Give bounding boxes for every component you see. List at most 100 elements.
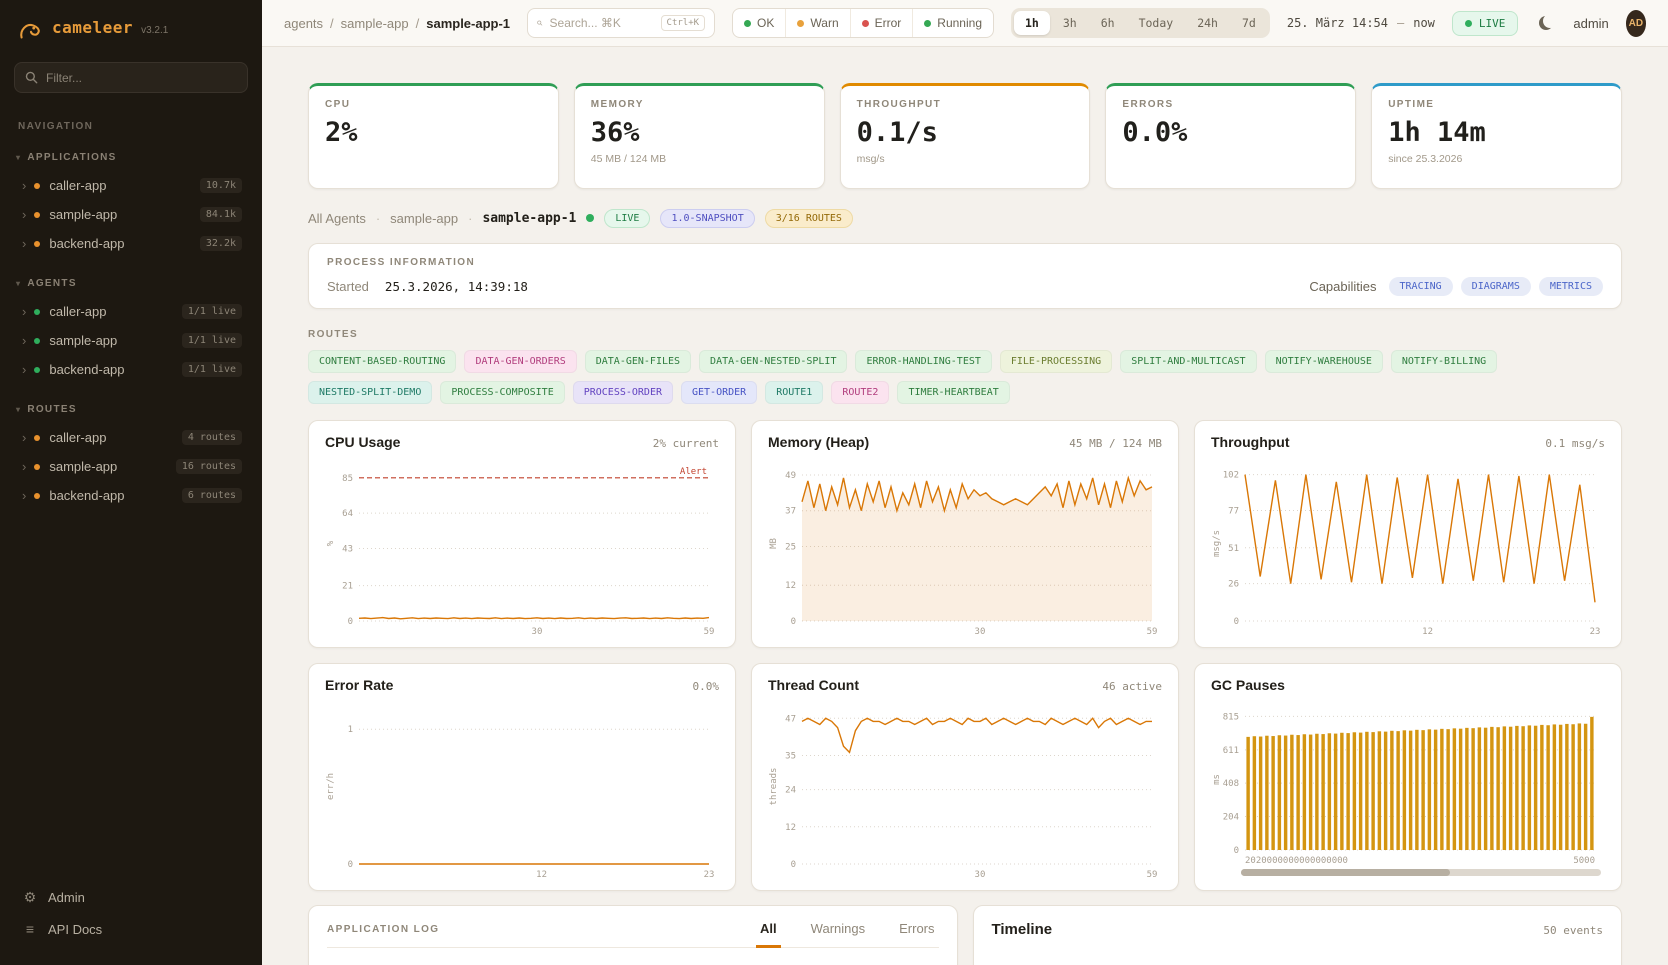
svg-text:23: 23 xyxy=(704,870,715,880)
sidebar-item-agent-backend-app[interactable]: › backend-app 1/1 live xyxy=(14,355,248,384)
memory-heap-plot: 012253749MB3059 xyxy=(768,454,1162,637)
log-tab-warnings[interactable]: Warnings xyxy=(807,921,869,948)
section-header-routes[interactable]: ▾ ROUTES xyxy=(14,404,248,415)
svg-text:25: 25 xyxy=(785,542,796,552)
time-range-24h[interactable]: 24h xyxy=(1186,11,1229,35)
chevron-right-icon: › xyxy=(22,207,26,222)
datetime-range[interactable]: 25. März 14:54 — now xyxy=(1287,16,1435,30)
route-pill-process-order[interactable]: PROCESS-ORDER xyxy=(573,381,673,404)
sidebar-item-routes-sample-app[interactable]: › sample-app 16 routes xyxy=(14,452,248,481)
route-pill-route2[interactable]: ROUTE2 xyxy=(831,381,889,404)
datetime-now: now xyxy=(1413,16,1435,30)
section-label: ROUTES xyxy=(27,404,76,415)
sidebar-item-routes-backend-app[interactable]: › backend-app 6 routes xyxy=(14,481,248,510)
agent-breadcrumb-bar: All Agents · sample-app · sample-app-1 L… xyxy=(308,207,1622,229)
live-toggle[interactable]: LIVE xyxy=(1452,11,1519,36)
started-label: Started xyxy=(327,279,369,294)
sidebar-filter[interactable] xyxy=(14,62,248,93)
time-range-today[interactable]: Today xyxy=(1128,11,1185,35)
svg-text:102: 102 xyxy=(1223,471,1239,481)
timeline-title: Timeline xyxy=(992,921,1053,938)
filter-running[interactable]: Running xyxy=(912,9,993,37)
dark-mode-toggle[interactable] xyxy=(1535,9,1556,37)
svg-text:ms: ms xyxy=(1212,774,1222,785)
route-pill-data-gen-orders[interactable]: DATA-GEN-ORDERS xyxy=(464,350,576,373)
version-badge: 1.0-SNAPSHOT xyxy=(660,209,754,228)
chevron-right-icon: › xyxy=(22,488,26,503)
all-agents-link[interactable]: All Agents xyxy=(308,211,366,226)
live-badge: LIVE xyxy=(604,209,650,228)
api-docs-link[interactable]: ≡ API Docs xyxy=(14,913,248,945)
section-header-agents[interactable]: ▾ AGENTS xyxy=(14,278,248,289)
time-range-3h[interactable]: 3h xyxy=(1052,11,1088,35)
route-pill-route1[interactable]: ROUTE1 xyxy=(765,381,823,404)
route-pill-notify-billing[interactable]: NOTIFY-BILLING xyxy=(1391,350,1497,373)
section-header-applications[interactable]: ▾ APPLICATIONS xyxy=(14,152,248,163)
svg-text:37: 37 xyxy=(785,507,796,517)
time-range-1h[interactable]: 1h xyxy=(1014,11,1050,35)
log-tab-all[interactable]: All xyxy=(756,921,781,948)
chart-title: Memory (Heap) xyxy=(768,434,869,450)
chevron-down-icon: ▾ xyxy=(16,279,21,288)
sidebar-item-agent-caller-app[interactable]: › caller-app 1/1 live xyxy=(14,297,248,326)
breadcrumb-agents[interactable]: agents xyxy=(284,16,323,31)
time-range-7d[interactable]: 7d xyxy=(1231,11,1267,35)
sidebar-item-routes-caller-app[interactable]: › caller-app 4 routes xyxy=(14,423,248,452)
route-pill-file-processing[interactable]: FILE-PROCESSING xyxy=(1000,350,1112,373)
breadcrumb-current: sample-app-1 xyxy=(426,16,510,31)
item-count-badge: 1/1 live xyxy=(182,362,242,377)
metric-sub: since 25.3.2026 xyxy=(1388,153,1605,165)
filter-error[interactable]: Error xyxy=(850,9,913,37)
filter-ok[interactable]: OK xyxy=(733,9,785,37)
sidebar-item-agent-sample-app[interactable]: › sample-app 1/1 live xyxy=(14,326,248,355)
item-count-badge: 6 routes xyxy=(182,488,242,503)
breadcrumb-sample-app[interactable]: sample-app xyxy=(341,16,409,31)
avatar[interactable]: AD xyxy=(1626,10,1646,37)
sidebar-item-application-sample-app[interactable]: › sample-app 84.1k xyxy=(14,200,248,229)
route-pill-split-and-multicast[interactable]: SPLIT-AND-MULTICAST xyxy=(1120,350,1256,373)
log-tab-errors[interactable]: Errors xyxy=(895,921,938,948)
sample-app-link[interactable]: sample-app xyxy=(390,211,458,226)
route-pill-data-gen-files[interactable]: DATA-GEN-FILES xyxy=(585,350,691,373)
started-value: 25.3.2026, 14:39:18 xyxy=(385,279,528,294)
chevron-right-icon: › xyxy=(22,304,26,319)
datetime-value: 25. März 14:54 xyxy=(1287,16,1388,30)
error-rate-plot: 01err/h1223 xyxy=(325,697,719,880)
chevron-down-icon: ▾ xyxy=(16,153,21,162)
sidebar-item-application-caller-app[interactable]: › caller-app 10.7k xyxy=(14,171,248,200)
svg-text:204: 204 xyxy=(1223,813,1239,823)
topbar: agents / sample-app / sample-app-1 Ctrl+… xyxy=(262,0,1668,47)
gc-chart-scrollbar-thumb[interactable] xyxy=(1241,869,1450,876)
route-pill-get-order[interactable]: GET-ORDER xyxy=(681,381,757,404)
route-pill-nested-split-demo[interactable]: NESTED-SPLIT-DEMO xyxy=(308,381,432,404)
sidebar: cameleer v3.2.1 NAVIGATION ▾ APPLICATION… xyxy=(0,0,262,965)
route-pill-content-based-routing[interactable]: CONTENT-BASED-ROUTING xyxy=(308,350,456,373)
item-count-badge: 16 routes xyxy=(176,459,242,474)
separator: · xyxy=(468,211,472,226)
route-pill-timer-heartbeat[interactable]: TIMER-HEARTBEAT xyxy=(897,381,1009,404)
metric-sub: 45 MB / 124 MB xyxy=(591,153,808,165)
item-label: caller-app xyxy=(49,304,106,319)
item-count-badge: 1/1 live xyxy=(182,304,242,319)
route-pill-notify-warehouse[interactable]: NOTIFY-WAREHOUSE xyxy=(1265,350,1383,373)
svg-text:77: 77 xyxy=(1228,506,1239,516)
global-search[interactable]: Ctrl+K xyxy=(527,8,715,38)
app-name: cameleer xyxy=(52,18,133,37)
chart-title: Thread Count xyxy=(768,677,859,693)
svg-text:85: 85 xyxy=(342,474,353,484)
gc-chart-scrollbar[interactable] xyxy=(1241,869,1601,876)
filter-warn[interactable]: Warn xyxy=(785,9,849,37)
global-search-input[interactable] xyxy=(550,16,654,30)
route-pill-process-composite[interactable]: PROCESS-COMPOSITE xyxy=(440,381,564,404)
sidebar-section-agents: ▾ AGENTS › caller-app 1/1 live › sample-… xyxy=(14,278,248,384)
sidebar-item-application-backend-app[interactable]: › backend-app 32.2k xyxy=(14,229,248,258)
time-range-6h[interactable]: 6h xyxy=(1090,11,1126,35)
route-pill-error-handling-test[interactable]: ERROR-HANDLING-TEST xyxy=(855,350,991,373)
route-pill-data-gen-nested-split[interactable]: DATA-GEN-NESTED-SPLIT xyxy=(699,350,847,373)
chart-card-gc-pauses: GC Pauses 0204408611815ms202000000000000… xyxy=(1194,663,1622,891)
admin-link[interactable]: ⚙ Admin xyxy=(14,881,248,913)
warn-status-dot xyxy=(797,20,804,27)
svg-text:threads: threads xyxy=(769,768,779,806)
svg-text:0: 0 xyxy=(1234,617,1239,627)
sidebar-filter-input[interactable] xyxy=(46,71,216,85)
